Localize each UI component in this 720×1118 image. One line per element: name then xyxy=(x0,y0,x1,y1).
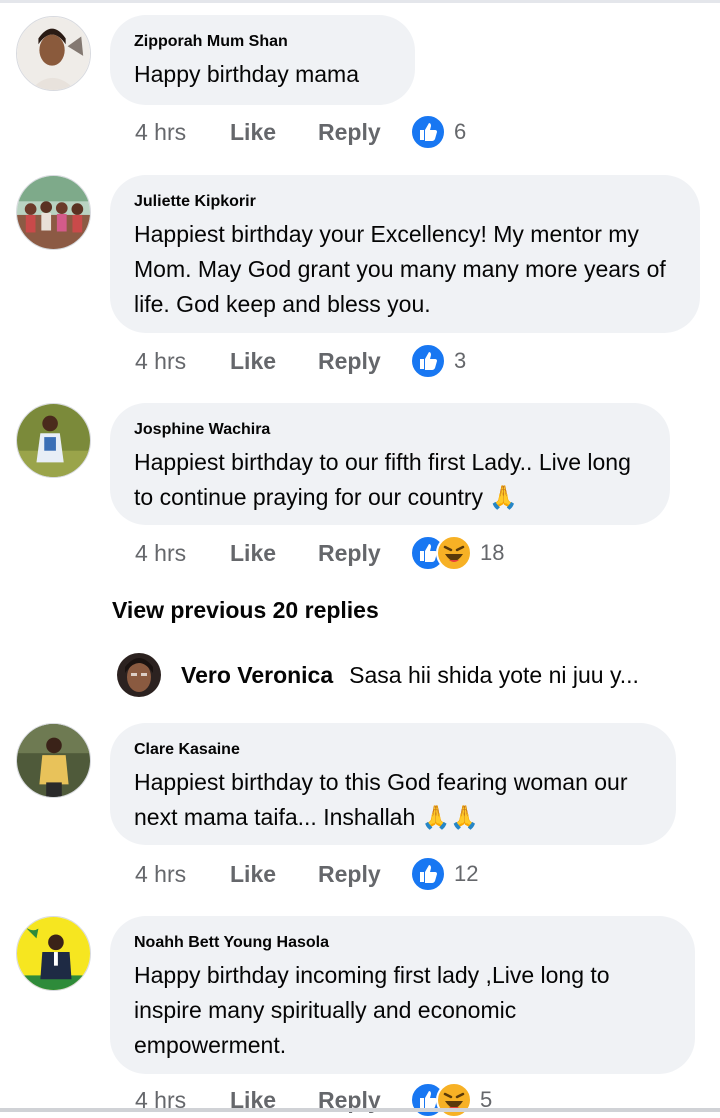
comment-bubble: Zipporah Mum Shan Happy birthday mama xyxy=(110,15,415,105)
comment-time[interactable]: 4 hrs xyxy=(135,119,230,146)
comment-bubble: Noahh Bett Young Hasola Happy birthday i… xyxy=(110,916,695,1074)
reactions[interactable]: 18 xyxy=(410,535,504,571)
comment-bubble: Clare Kasaine Happiest birthday to this … xyxy=(110,723,676,845)
comment-bubble: Josphine Wachira Happiest birthday to ou… xyxy=(110,403,670,525)
comment-author[interactable]: Zipporah Mum Shan xyxy=(134,31,389,53)
thumbs-up-icon xyxy=(410,114,446,150)
reply-author[interactable]: Vero Veronica xyxy=(181,662,333,689)
reaction-count: 12 xyxy=(454,861,479,886)
avatar-image xyxy=(117,653,161,697)
comment-actions: 4 hrs Like Reply 5 xyxy=(135,1082,492,1118)
reaction-count: 3 xyxy=(454,348,467,373)
comment-time[interactable]: 4 hrs xyxy=(135,540,230,567)
avatar-image xyxy=(17,17,90,90)
bottom-divider xyxy=(0,1108,720,1112)
thumbs-up-icon xyxy=(410,343,446,379)
avatar-clare[interactable] xyxy=(16,723,91,798)
like-button[interactable]: Like xyxy=(230,348,318,375)
like-button[interactable]: Like xyxy=(230,119,318,146)
reactions[interactable]: 3 xyxy=(410,343,466,379)
reactions[interactable]: 5 xyxy=(410,1082,492,1118)
avatar-juliette[interactable] xyxy=(16,175,91,250)
reply-preview[interactable]: Vero Veronica Sasa hii shida yote ni juu… xyxy=(117,652,707,698)
like-button[interactable]: Like xyxy=(230,540,318,567)
avatar-image xyxy=(17,404,90,477)
comment-author[interactable]: Noahh Bett Young Hasola xyxy=(134,932,669,954)
avatar-image xyxy=(17,724,90,797)
like-button[interactable]: Like xyxy=(230,861,318,888)
avatar-noahh[interactable] xyxy=(16,916,91,991)
comment-actions: 4 hrs Like Reply 12 xyxy=(135,856,478,892)
comment-author[interactable]: Juliette Kipkorir xyxy=(134,191,674,213)
reactions[interactable]: 6 xyxy=(410,114,466,150)
reactions[interactable]: 12 xyxy=(410,856,478,892)
comment-text: Happiest birthday to this God fearing wo… xyxy=(134,769,628,830)
comment-actions: 4 hrs Like Reply 3 xyxy=(135,343,466,379)
comment-text: Happy birthday mama xyxy=(134,61,359,87)
comment-bubble: Juliette Kipkorir Happiest birthday your… xyxy=(110,175,700,333)
view-previous-replies-link[interactable]: View previous 20 replies xyxy=(112,597,379,624)
comment-time[interactable]: 4 hrs xyxy=(135,348,230,375)
comment-author[interactable]: Clare Kasaine xyxy=(134,739,650,761)
haha-face-icon xyxy=(436,535,472,571)
avatar-josphine[interactable] xyxy=(16,403,91,478)
reply-button[interactable]: Reply xyxy=(318,348,410,375)
reply-text: Sasa hii shida yote ni juu y... xyxy=(349,661,639,688)
comment-time[interactable]: 4 hrs xyxy=(135,861,230,888)
haha-face-icon xyxy=(436,1082,472,1118)
reaction-count: 18 xyxy=(480,540,505,565)
avatar-image xyxy=(17,917,90,990)
comment-text: Happy birthday incoming first lady ,Live… xyxy=(134,962,610,1058)
top-divider xyxy=(0,0,720,3)
comment-text: Happiest birthday your Excellency! My me… xyxy=(134,221,666,317)
reply-button[interactable]: Reply xyxy=(318,861,410,888)
comment-actions: 4 hrs Like Reply 18 xyxy=(135,535,504,571)
reply-button[interactable]: Reply xyxy=(318,119,410,146)
avatar-image xyxy=(17,176,90,249)
avatar-vero[interactable] xyxy=(117,653,161,697)
reply-button[interactable]: Reply xyxy=(318,540,410,567)
thumbs-up-icon xyxy=(410,856,446,892)
comment-author[interactable]: Josphine Wachira xyxy=(134,419,644,441)
avatar-zipporah[interactable] xyxy=(16,16,91,91)
reaction-count: 6 xyxy=(454,119,467,144)
comment-text: Happiest birthday to our fifth first Lad… xyxy=(134,449,631,510)
comment-actions: 4 hrs Like Reply 6 xyxy=(135,114,466,150)
